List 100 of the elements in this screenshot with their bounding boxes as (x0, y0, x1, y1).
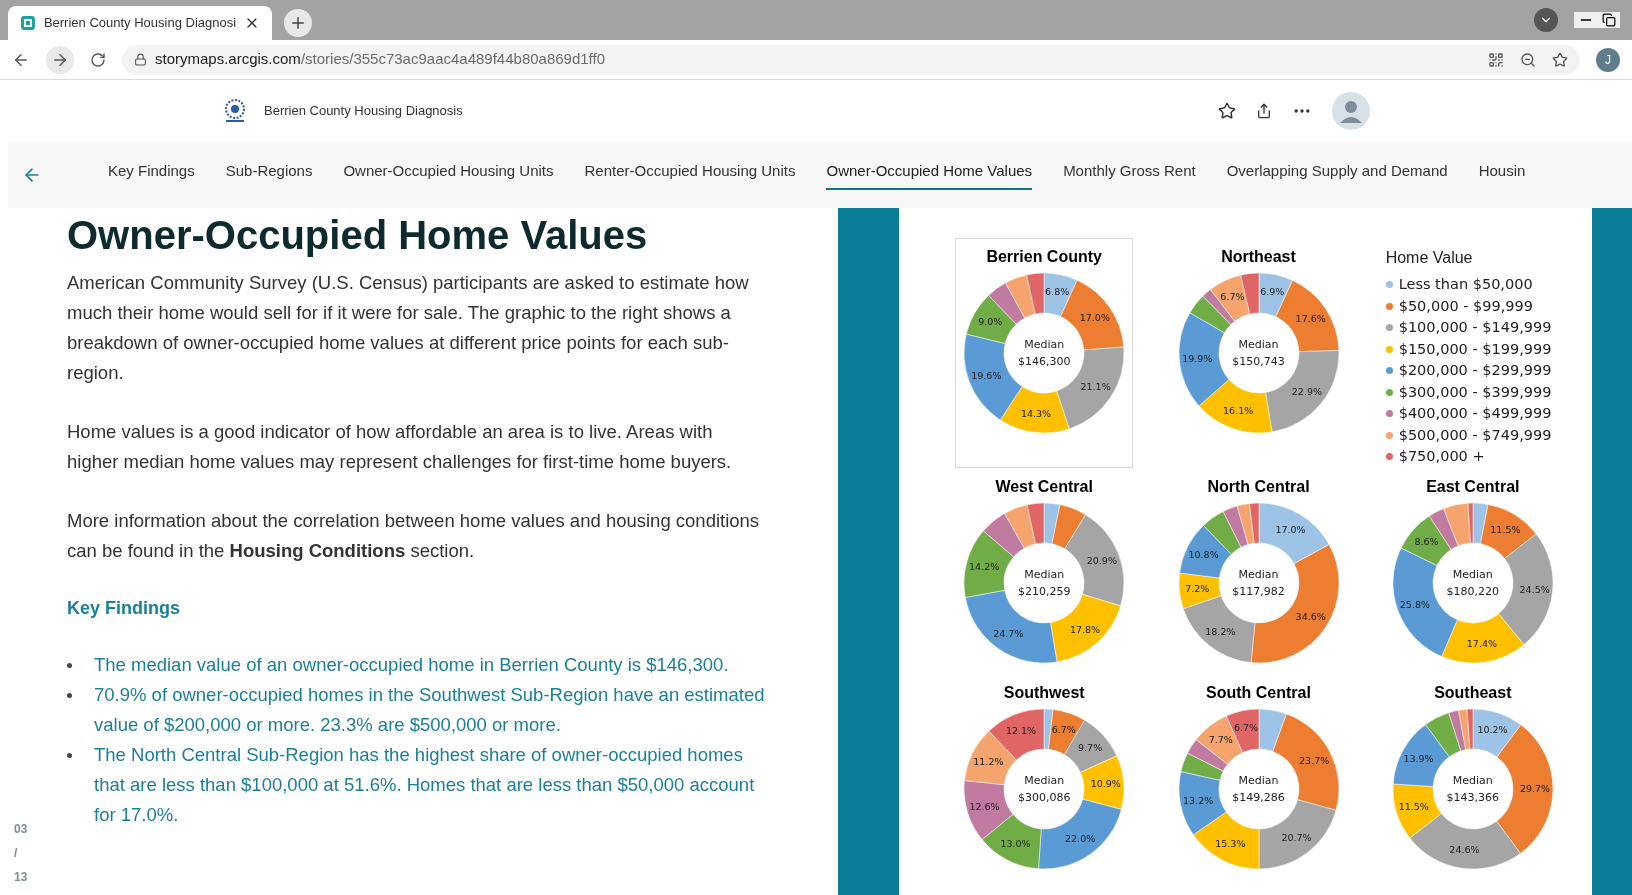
tab-title: Berrien County Housing Diagnosi (43, 14, 237, 33)
slice-label: 11.5% (1398, 800, 1429, 812)
slice-label: 17.0% (1079, 311, 1111, 323)
lock-icon (134, 53, 147, 66)
slice-label: 10.9% (1090, 777, 1122, 789)
legend-label: Less than $50,000 (1398, 275, 1533, 294)
slice-label: 20.7% (1280, 831, 1312, 843)
legend-label: $400,000 - $499,999 (1398, 404, 1552, 423)
profile-menu-button[interactable] (1534, 8, 1558, 32)
chart-title: Northeast (1221, 247, 1296, 267)
median-value: $180,220 (1446, 583, 1500, 600)
storymap-icon (20, 15, 36, 31)
slice-label: 7.7% (1208, 733, 1233, 745)
median-label: Median (1452, 772, 1493, 789)
slice-label: 13.2% (1182, 794, 1213, 806)
slice-label: 18.2% (1204, 625, 1235, 636)
donut-slice (981, 813, 1042, 869)
median-value: $210,259 (1017, 583, 1071, 600)
nav-tab[interactable]: Renter-Occupied Housing Units (584, 159, 796, 191)
zoom-icon[interactable] (1520, 51, 1536, 68)
profile-avatar[interactable]: J (1596, 47, 1620, 72)
nav-tab[interactable]: Housin (1478, 159, 1526, 191)
legend-label: $300,000 - $399,999 (1398, 382, 1552, 402)
body-paragraph: More information about the correlation between home values and housing conditions can be found in the Housing Conditions section. (67, 509, 761, 563)
nav-tab[interactable]: Owner-Occupied Housing Units (343, 159, 554, 191)
slice-label: 29.7% (1519, 782, 1550, 794)
median-label: Median (1024, 772, 1065, 789)
median-value: $149,286 (1232, 789, 1285, 806)
bullet-icon (67, 663, 72, 668)
slice-label: 9.7% (1078, 741, 1103, 753)
body-paragraph: Home values is a good indicator of how affordable an area is to live. Areas with higher median home values may represent challenges for first-time home buyers. (67, 420, 733, 474)
address-field[interactable]: storymaps.arcgis.com/stories/355c73ac9aac4a489f44b80a869d1ff0 (122, 44, 1580, 75)
slice-label: 14.2% (969, 560, 1000, 572)
median-label: Median (1238, 772, 1279, 789)
share-icon[interactable] (1256, 103, 1272, 119)
median-label: Median (1024, 337, 1065, 353)
url-path: /stories/355c73ac9aac4a489f44b80a869d1ff0 (300, 49, 606, 70)
median-label: Median (1238, 566, 1279, 583)
legend-label: $100,000 - $149,999 (1398, 318, 1552, 337)
favorite-icon[interactable] (1218, 102, 1236, 120)
median-value: $146,300 (1017, 354, 1071, 370)
plus-icon (289, 14, 307, 32)
bullet-icon (67, 753, 72, 758)
slice-label: 11.5% (1490, 523, 1521, 535)
slice-label: 10.2% (1477, 723, 1508, 735)
page-number: 03 (14, 821, 28, 838)
donut-slice (963, 779, 1014, 840)
chart-title: West Central (995, 476, 1093, 497)
section-heading: Owner-Occupied Home Values (67, 212, 649, 258)
page-separator: / (14, 845, 18, 862)
legend-title: Home Value (1385, 248, 1474, 268)
legend-label: $200,000 - $299,999 (1398, 361, 1552, 380)
slice-label: 8.6% (1414, 535, 1439, 547)
slice-label: 25.8% (1399, 598, 1430, 610)
browser-tab[interactable]: Berrien County Housing Diagnosi (8, 6, 272, 40)
slice-label: 11.2% (973, 755, 1004, 767)
url-domain: storymaps.arcgis.com (155, 49, 301, 70)
median-label: Median (1452, 566, 1493, 583)
restore-icon[interactable] (1602, 13, 1616, 27)
new-tab-button[interactable] (284, 9, 312, 37)
nav-tab[interactable]: Overlapping Supply and Demand (1226, 159, 1448, 191)
user-avatar[interactable] (1332, 92, 1370, 130)
slice-label: 17.0% (1274, 523, 1306, 535)
bookmark-icon[interactable] (1552, 51, 1568, 68)
slice-label: 21.1% (1080, 381, 1111, 393)
chart-title: North Central (1207, 476, 1310, 497)
nav-tab[interactable]: Owner-Occupied Home Values (826, 159, 1033, 191)
key-findings-heading: Key Findings (67, 597, 181, 620)
slice-label: 6.7% (1051, 723, 1076, 735)
median-value: $143,366 (1446, 789, 1500, 806)
chart-title: Berrien County (986, 247, 1102, 267)
median-label: Median (1024, 566, 1065, 583)
forward-button[interactable] (46, 45, 74, 74)
slice-label: 7.2% (1184, 582, 1209, 594)
key-finding: The North Central Sub-Region has the highest share of owner-occupied homes that are less than $100,000 at 51.6%. Homes that are less than $50,000 account for 17.0%. (94, 743, 756, 827)
reload-icon[interactable] (90, 51, 106, 68)
median-label: Median (1238, 337, 1279, 353)
donut-slice (1192, 811, 1259, 869)
slice-label: 15.3% (1214, 837, 1245, 849)
slice-label: 13.0% (1000, 837, 1031, 849)
slice-label: 24.7% (993, 627, 1024, 639)
slice-label: 14.3% (1021, 408, 1052, 420)
nav-tab[interactable]: Sub-Regions (225, 159, 313, 191)
slice-label: 19.6% (971, 369, 1002, 381)
slice-label: 10.8% (1188, 548, 1219, 560)
key-finding: 70.9% of owner-occupied homes in the Southwest Sub-Region have an estimated value of $200,000 or more. 23.3% are $500,000 or more. (94, 683, 766, 737)
chart-title: Southwest (1003, 682, 1085, 703)
median-value: $300,086 (1017, 789, 1071, 806)
legend-label: $750,000 + (1398, 447, 1485, 466)
slice-label: 17.6% (1295, 312, 1326, 324)
slice-label: 19.9% (1181, 353, 1212, 365)
qr-code-icon[interactable] (1488, 51, 1504, 68)
median-value: $150,743 (1232, 354, 1285, 370)
key-finding: The median value of an owner-occupied home in Berrien County is $146,300. (94, 653, 729, 677)
slice-label: 6.7% (1219, 291, 1244, 302)
nav-tab[interactable]: Key Findings (108, 159, 195, 191)
slice-label: 12.6% (969, 800, 1000, 812)
nav-tab[interactable]: Monthly Gross Rent (1063, 159, 1196, 191)
slice-label: 16.1% (1222, 405, 1253, 417)
slice-label: 6.9% (1259, 286, 1284, 298)
